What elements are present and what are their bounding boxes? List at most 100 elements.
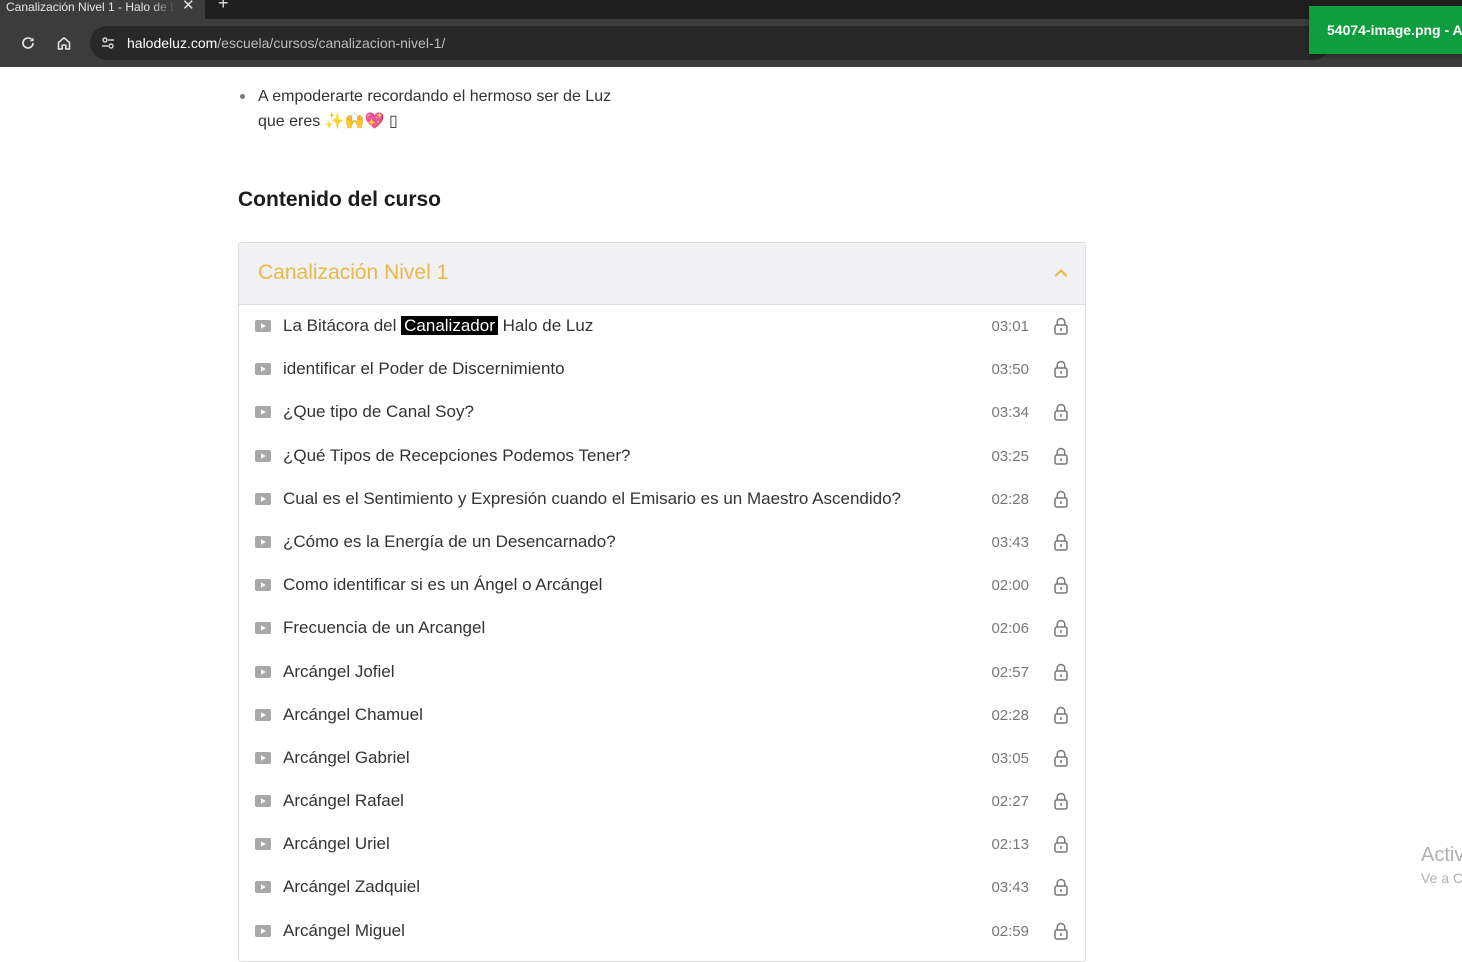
lesson-title[interactable]: Arcángel Gabriel	[283, 748, 410, 768]
lock-icon	[1054, 749, 1068, 767]
lesson-title-text: ¿Cómo es la Energía de un Desencarnado?	[283, 531, 616, 551]
lesson-title-text: La Bitácora del	[283, 316, 402, 335]
lesson-row[interactable]: Arcángel Uriel 02:13	[239, 823, 1085, 866]
lesson-row[interactable]: Arcángel Jofiel 02:57	[239, 651, 1085, 694]
lesson-title-text: Arcángel Miguel	[283, 920, 405, 940]
lesson-row[interactable]: La Bitácora del Canalizador Halo de Luz …	[239, 305, 1085, 348]
lesson-list: La Bitácora del Canalizador Halo de Luz …	[239, 305, 1085, 953]
course-accordion: Canalización Nivel 1 La Bitácora del Can…	[238, 242, 1086, 962]
reload-icon[interactable]	[18, 33, 38, 53]
video-play-icon	[255, 449, 271, 462]
lesson-title[interactable]: ¿Que tipo de Canal Soy?	[283, 402, 474, 422]
url-path: /escuela/cursos/canalizacion-nivel-1/	[217, 35, 446, 51]
lesson-row[interactable]: Como identificar si es un Ángel o Arcáng…	[239, 564, 1085, 607]
lesson-duration: 02:13	[991, 836, 1029, 854]
video-play-icon	[255, 881, 271, 894]
lesson-title-text: Arcángel Gabriel	[283, 747, 410, 767]
lock-icon	[1054, 836, 1068, 853]
activation-subtitle: Ve a C	[1421, 870, 1462, 886]
lesson-title[interactable]: Frecuencia de un Arcangel	[283, 618, 485, 638]
lesson-title[interactable]: Arcángel Chamuel	[283, 705, 423, 725]
lesson-row[interactable]: identificar el Poder de Discernimiento 0…	[239, 348, 1085, 391]
video-play-icon	[255, 579, 271, 592]
address-bar[interactable]: halodeluz.com/escuela/cursos/canalizacio…	[90, 26, 1330, 60]
missing-glyph: ▯	[388, 113, 398, 130]
video-play-icon	[255, 535, 271, 548]
download-filename: 54074-image.png - A	[1327, 22, 1462, 38]
lesson-duration: 03:05	[991, 749, 1029, 767]
video-play-icon	[255, 665, 271, 678]
lesson-row[interactable]: Arcángel Rafael 02:27	[239, 780, 1085, 823]
lock-icon	[1054, 404, 1068, 422]
bullet-text-line-2: que eres	[258, 113, 321, 130]
highlighted-word: Canalizador	[401, 316, 498, 335]
lesson-row[interactable]: Arcángel Gabriel 03:05	[239, 737, 1085, 780]
lesson-title-text: identificar el Poder de Discernimiento	[283, 359, 565, 379]
lesson-duration: 03:25	[991, 447, 1029, 465]
lesson-title[interactable]: Arcángel Jofiel	[283, 662, 395, 682]
lesson-row[interactable]: ¿Qué Tipos de Recepciones Podemos Tener?…	[239, 435, 1085, 478]
new-tab-button[interactable]: +	[218, 0, 229, 12]
lesson-row[interactable]: ¿Que tipo de Canal Soy? 03:34	[239, 391, 1085, 434]
download-notification[interactable]: 54074-image.png - A	[1309, 6, 1462, 54]
lesson-row[interactable]: Arcángel Zadquiel 03:43	[239, 866, 1085, 909]
lesson-title[interactable]: ¿Cómo es la Energía de un Desencarnado?	[283, 532, 616, 552]
lesson-title[interactable]: Arcángel Zadquiel	[283, 877, 420, 897]
section-title: Contenido del curso	[238, 188, 442, 211]
tab-strip: Canalización Nivel 1 - Halo de Luz ✕ +	[0, 0, 1462, 19]
lesson-title-text: Arcángel Zadquiel	[283, 877, 421, 897]
tab-title: Canalización Nivel 1 - Halo de Luz	[6, 0, 176, 14]
lesson-duration: 03:43	[991, 879, 1029, 897]
lesson-title-text: Frecuencia de un Arcangel	[283, 618, 486, 638]
lock-icon	[1054, 922, 1068, 940]
lock-icon	[1054, 360, 1068, 378]
lesson-duration: 03:43	[991, 533, 1029, 551]
lesson-row[interactable]: ¿Cómo es la Energía de un Desencarnado? …	[239, 521, 1085, 564]
video-play-icon	[255, 751, 271, 764]
lock-icon	[1054, 317, 1068, 335]
lesson-title[interactable]: Cual es el Sentimiento y Expresión cuand…	[283, 489, 901, 509]
lesson-duration: 03:34	[991, 404, 1029, 422]
lesson-row[interactable]: Cual es el Sentimiento y Expresión cuand…	[239, 478, 1085, 521]
lesson-title[interactable]: La Bitácora del Canalizador Halo de Luz	[283, 316, 593, 336]
lesson-duration: 02:28	[991, 490, 1029, 508]
lesson-row[interactable]: Arcángel Chamuel 02:28	[239, 694, 1085, 737]
chevron-up-icon[interactable]	[1053, 265, 1069, 281]
lesson-title-text: Arcángel Jofiel	[283, 661, 395, 681]
lock-icon	[1054, 447, 1068, 465]
lesson-title-text: Arcángel Chamuel	[283, 704, 423, 724]
video-play-icon	[255, 708, 271, 721]
lock-icon	[1054, 533, 1068, 551]
bullet-text-line-1: A empoderarte recordando el hermoso ser …	[258, 88, 612, 105]
lesson-duration: 02:00	[991, 577, 1029, 595]
lesson-title-text: ¿Que tipo de Canal Soy?	[283, 402, 474, 422]
site-settings-icon[interactable]	[98, 33, 118, 53]
lock-icon	[1054, 879, 1068, 897]
accordion-header[interactable]: Canalización Nivel 1	[239, 243, 1085, 305]
lesson-duration: 02:59	[991, 922, 1029, 940]
lock-icon	[1054, 792, 1068, 810]
lock-icon	[1054, 706, 1068, 724]
video-play-icon	[255, 492, 271, 505]
browser-tab[interactable]: Canalización Nivel 1 - Halo de Luz ✕	[0, 0, 205, 19]
lesson-title[interactable]: Arcángel Uriel	[283, 834, 390, 854]
video-play-icon	[255, 320, 271, 332]
lesson-duration: 02:57	[991, 663, 1029, 681]
lesson-title[interactable]: Como identificar si es un Ángel o Arcáng…	[283, 575, 602, 595]
lesson-duration: 02:28	[991, 706, 1029, 724]
video-play-icon	[255, 363, 271, 376]
home-icon[interactable]	[54, 33, 74, 53]
accordion-title[interactable]: Canalización Nivel 1	[258, 261, 448, 285]
lesson-row[interactable]: Arcángel Miguel 02:59	[239, 910, 1085, 953]
lesson-title[interactable]: ¿Qué Tipos de Recepciones Podemos Tener?	[283, 446, 630, 466]
lesson-title-text: Como identificar si es un Ángel o Arcáng…	[283, 575, 603, 595]
lesson-title[interactable]: Arcángel Miguel	[283, 921, 405, 941]
url-text[interactable]: halodeluz.com/escuela/cursos/canalizacio…	[127, 35, 445, 51]
close-tab-icon[interactable]: ✕	[182, 0, 195, 13]
lesson-title[interactable]: identificar el Poder de Discernimiento	[283, 359, 565, 379]
lesson-title[interactable]: Arcángel Rafael	[283, 791, 404, 811]
lesson-duration: 02:27	[991, 793, 1029, 811]
sparkle-hands-heart-emoji: ✨🙌💖	[324, 113, 385, 130]
benefits-list: A empoderarte recordando el hermoso ser …	[240, 84, 660, 134]
lesson-row[interactable]: Frecuencia de un Arcangel 02:06	[239, 607, 1085, 650]
